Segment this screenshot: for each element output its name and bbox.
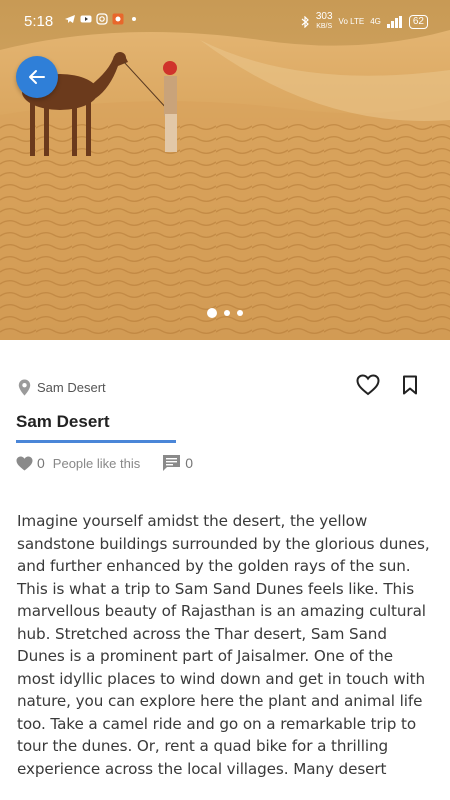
status-bar: 5:18 303 KB/S Vo LTE 4G 62 — [0, 0, 450, 40]
system-icons: 303 KB/S Vo LTE 4G 62 — [300, 12, 428, 31]
app-notification-icon — [112, 13, 124, 25]
signal-bars-icon — [386, 15, 402, 28]
arrow-left-icon — [29, 70, 45, 84]
youtube-icon — [80, 15, 92, 23]
heart-icon[interactable] — [356, 374, 380, 396]
back-button[interactable] — [16, 56, 58, 98]
status-time: 5:18 — [24, 13, 54, 30]
comment-icon[interactable] — [162, 454, 181, 472]
volte-indicator: Vo LTE — [338, 17, 365, 26]
image-pager[interactable] — [0, 308, 450, 318]
comments-count: 0 — [185, 455, 194, 471]
map-pin-icon — [18, 379, 31, 395]
location-label: Sam Desert — [37, 379, 106, 395]
hero-image[interactable] — [0, 0, 450, 340]
pager-dot-2[interactable] — [224, 310, 230, 316]
title-underline — [16, 440, 176, 443]
place-title: Sam Desert — [16, 412, 110, 431]
bluetooth-icon — [301, 15, 309, 28]
heart-filled-icon[interactable] — [16, 456, 33, 471]
battery-indicator: 62 — [408, 14, 428, 29]
desert-photo — [0, 0, 450, 340]
bookmark-icon[interactable] — [402, 375, 418, 395]
pager-dot-1[interactable] — [207, 308, 217, 318]
more-dot-icon — [132, 17, 136, 21]
signal-label: 4G — [370, 17, 381, 26]
action-icons — [356, 374, 418, 396]
notification-icons — [64, 13, 140, 25]
instagram-icon — [96, 13, 108, 25]
telegram-icon — [65, 15, 75, 23]
location-row: Sam Desert — [18, 374, 432, 398]
network-speed: 303 KB/S — [315, 11, 333, 31]
place-description: Imagine yourself amidst the desert, the … — [17, 512, 430, 778]
likes-label: People like this — [52, 455, 141, 471]
pager-dot-3[interactable] — [237, 310, 243, 316]
likes-count: 0 — [37, 455, 45, 471]
engagement-stats: 0 People like this 0 — [16, 454, 201, 472]
